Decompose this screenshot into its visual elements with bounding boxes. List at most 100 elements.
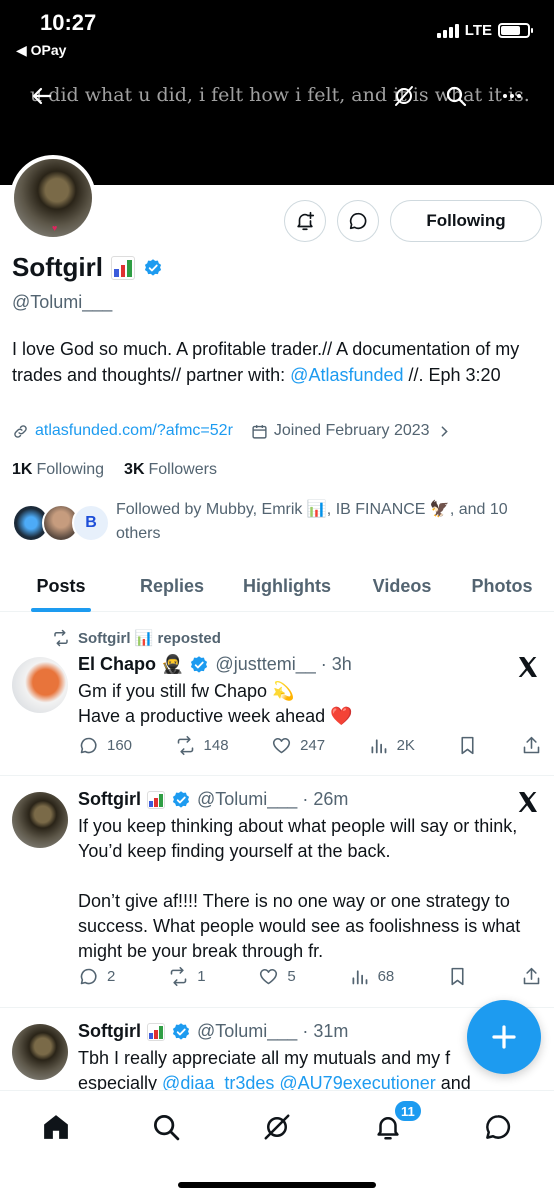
reply-button[interactable]: 2 [78, 966, 115, 987]
tab-videos[interactable]: Videos [352, 560, 452, 612]
bookmark-button[interactable] [447, 966, 468, 987]
bio-mention-link[interactable]: @Atlasfunded [290, 365, 403, 385]
tweet-header: El Chapo 🥷 @justtemi__ · 3h [78, 654, 352, 675]
tab-highlights[interactable]: Highlights [222, 560, 352, 612]
avatar[interactable] [12, 657, 68, 713]
tweet-actions: 2 1 5 68 [78, 966, 542, 987]
reply-icon [80, 968, 97, 985]
following-button[interactable]: Following [390, 200, 542, 242]
tweet-meta: @Tolumi___ · 26m [197, 789, 349, 809]
like-count: 247 [300, 737, 326, 754]
avatar[interactable] [12, 792, 68, 848]
tweet-paragraph: If you keep thinking about what people w… [78, 816, 518, 861]
chat-bubble-icon [349, 212, 367, 230]
repost-button[interactable]: 148 [175, 735, 229, 756]
repost-button[interactable]: 1 [168, 966, 206, 987]
bookmark-icon [461, 736, 474, 755]
views-button[interactable]: 68 [349, 966, 395, 987]
link-icon [14, 424, 27, 438]
verified-badge-icon [172, 790, 190, 808]
views-icon [371, 739, 386, 754]
avatar: B [72, 504, 110, 542]
like-button[interactable]: 247 [271, 735, 325, 756]
signal-icon [436, 23, 459, 38]
tweet-meta: @justtemi__ · 3h [215, 654, 352, 674]
avatar[interactable] [12, 1024, 68, 1080]
repost-icon [177, 735, 193, 756]
tweet[interactable]: Softgirl 📊 reposted El Chapo 🥷 @justtemi… [0, 613, 554, 776]
share-icon [523, 967, 540, 985]
bookmark-icon [451, 967, 464, 986]
share-button[interactable] [521, 735, 542, 756]
chart-emoji-icon [147, 790, 165, 809]
tweet-header: Softgirl @Tolumi___ · 26m [78, 789, 348, 810]
grok-icon [264, 1114, 290, 1140]
bio-tail: //. Eph 3:20 [403, 365, 501, 385]
home-icon [44, 1115, 68, 1139]
tweet-text: If you keep thinking about what people w… [78, 814, 544, 964]
nav-messages[interactable] [478, 1107, 518, 1147]
tab-posts[interactable]: Posts [0, 560, 122, 612]
repost-label: Softgirl 📊 reposted [78, 630, 221, 647]
share-button[interactable] [521, 966, 542, 987]
joined-date: Joined February 2023 [251, 422, 453, 440]
status-indicators: LTE [436, 22, 533, 39]
tweet-actions: 160 148 247 2K [78, 735, 542, 756]
back-to-app-link[interactable]: ◀ OPay [16, 42, 66, 59]
tab-replies[interactable]: Replies [122, 560, 222, 612]
nav-search[interactable] [146, 1107, 186, 1147]
message-button[interactable] [337, 200, 379, 242]
chevron-right-icon[interactable] [436, 423, 453, 440]
grok-button[interactable] [386, 78, 422, 114]
bell-plus-icon [297, 211, 315, 231]
mention-link[interactable]: @diaa_tr3des [162, 1073, 274, 1090]
tweet-author-name[interactable]: El Chapo 🥷 [78, 654, 183, 675]
notify-button[interactable] [284, 200, 326, 242]
view-count: 2K [396, 737, 415, 754]
verified-badge-icon [191, 655, 208, 673]
mention-link[interactable]: @AU79executioner [279, 1073, 435, 1090]
profile-handle: @Tolumi___ [12, 292, 113, 312]
compose-button[interactable] [467, 1000, 541, 1074]
heart-icon: ♥ [52, 223, 58, 233]
view-count: 68 [377, 968, 395, 985]
search-button[interactable] [438, 78, 474, 114]
tweet-text: Gm if you still fw Chapo 💫 Have a produc… [78, 679, 544, 729]
tweet-author-name[interactable]: Softgirl [78, 789, 141, 810]
nav-grok[interactable] [257, 1107, 297, 1147]
chat-bubble-icon [486, 1115, 511, 1139]
notifications-badge: 11 [393, 1099, 423, 1123]
nav-home[interactable] [36, 1107, 76, 1147]
back-button[interactable] [24, 78, 60, 114]
reply-count: 160 [107, 737, 133, 754]
followers-count-link[interactable]: 3K Followers [124, 461, 217, 479]
status-time: 10:27 [40, 10, 97, 35]
profile-avatar[interactable]: ♥ [10, 155, 96, 241]
battery-icon [498, 23, 533, 38]
verified-badge-icon [172, 1022, 190, 1040]
like-count: 5 [287, 968, 296, 985]
followed-by-text: Followed by Mubby, Emrik 📊, IB FINANCE 🦅… [116, 501, 508, 542]
views-button[interactable]: 2K [368, 735, 415, 756]
search-icon [446, 86, 467, 107]
following-count-link[interactable]: 1K Following [12, 461, 104, 479]
repost-count: 1 [197, 968, 206, 985]
tweet[interactable]: Softgirl @Tolumi___ · 26m If you keep th… [0, 776, 554, 1008]
more-options-button[interactable] [494, 78, 530, 114]
calendar-icon [252, 424, 267, 439]
profile-meta: atlasfunded.com/?afmc=52r Joined Februar… [12, 422, 453, 440]
profile-name: Softgirl [12, 252, 103, 282]
like-button[interactable]: 5 [258, 966, 296, 987]
arrow-left-icon [32, 87, 52, 105]
website-link[interactable]: atlasfunded.com/?afmc=52r [35, 422, 233, 440]
followed-by-row[interactable]: B Followed by Mubby, Emrik 📊, IB FINANCE… [12, 498, 542, 546]
reply-button[interactable]: 160 [78, 735, 132, 756]
tab-photos[interactable]: Photos [452, 560, 552, 612]
bookmark-button[interactable] [457, 735, 478, 756]
profile-name-row: Softgirl [12, 252, 163, 283]
chart-emoji-icon [147, 1022, 165, 1041]
mutual-avatars: B [12, 504, 116, 544]
search-icon [154, 1115, 180, 1141]
reply-count: 2 [107, 968, 116, 985]
tweet-author-name[interactable]: Softgirl [78, 1021, 141, 1042]
